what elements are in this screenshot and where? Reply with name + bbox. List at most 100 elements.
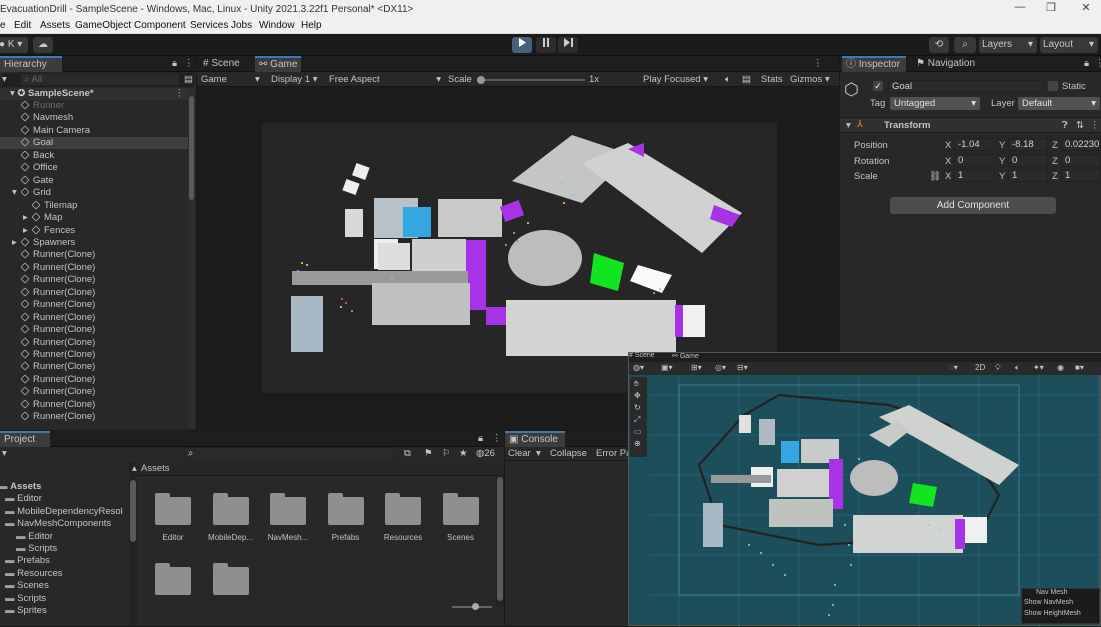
position-z-field[interactable]: 0.02230 — [1061, 138, 1101, 151]
menu-edit[interactable]: Edit — [14, 20, 31, 31]
menu-gameobject[interactable]: GameObject — [75, 20, 131, 31]
tab-scene[interactable]: # Scene — [199, 56, 249, 72]
increment-snap-dropdown[interactable]: ◎▾ — [715, 363, 726, 372]
project-tree-item[interactable]: ▬ Sprites — [0, 605, 128, 617]
tab-game[interactable]: ⚯ Game — [672, 352, 699, 360]
scale-z-field[interactable]: 1 — [1061, 169, 1101, 182]
position-y-field[interactable]: -8.18 — [1008, 138, 1048, 151]
close-button[interactable]: ✕ — [1071, 1, 1101, 14]
hierarchy-item[interactable]: Runner(Clone) — [0, 337, 188, 349]
object-name-field[interactable]: Goal — [888, 80, 1044, 93]
play-button[interactable] — [512, 37, 532, 53]
layout-dropdown[interactable]: Layout ▾ — [1040, 37, 1098, 53]
clear-options-icon[interactable]: ▾ — [536, 448, 541, 459]
tag-icon[interactable]: ⚐ — [442, 448, 451, 459]
project-tree-item[interactable]: ▬ MobileDependencyResol — [0, 506, 128, 518]
folder-icon[interactable] — [385, 493, 421, 525]
folder-icon[interactable] — [155, 563, 191, 595]
show-navmesh-toggle[interactable]: Show NavMesh — [1024, 599, 1073, 606]
project-tree-item[interactable]: ▬ Scenes — [0, 580, 128, 592]
scene-gizmo-dropdown[interactable]: ◌▾ — [949, 363, 958, 372]
hierarchy-item[interactable]: Office — [0, 162, 188, 174]
tab-navigation[interactable]: ⚑ Navigation — [912, 56, 986, 72]
rotation-z-field[interactable]: 0 — [1061, 154, 1101, 167]
hierarchy-item[interactable]: Runner(Clone) — [0, 374, 188, 386]
scrollbar-thumb[interactable] — [189, 96, 194, 200]
scale-slider-thumb[interactable] — [477, 76, 485, 84]
preset-icon[interactable]: ⇅ — [1076, 120, 1084, 131]
draw-mode-dropdown[interactable]: ◍▾ — [633, 363, 644, 372]
aspect-dropdown[interactable]: Free Aspect ▾ — [329, 74, 441, 85]
breadcrumb-assets[interactable]: Assets — [141, 463, 170, 474]
rotation-y-field[interactable]: 0 — [1008, 154, 1048, 167]
add-icon[interactable]: ▾ — [2, 74, 7, 85]
asset-grid-scrollbar[interactable] — [496, 477, 504, 607]
search-by-type-icon[interactable]: ⧉ — [404, 448, 411, 459]
scene-row[interactable]: ▾ ✪ SampleScene* ⋮ — [0, 88, 188, 100]
project-tree-item[interactable]: ▬ NavMeshComponents — [0, 518, 128, 530]
hierarchy-item[interactable]: Gate — [0, 175, 188, 187]
favorites-icon[interactable]: ★ — [459, 448, 468, 459]
clear-button[interactable]: Clear — [508, 448, 531, 459]
search-by-label-icon[interactable]: ⚑ — [424, 448, 433, 459]
hierarchy-item[interactable]: Runner — [0, 100, 188, 112]
expand-arrow-icon[interactable]: ▾ — [12, 187, 21, 199]
hierarchy-scrollbar[interactable] — [188, 88, 195, 428]
hierarchy-item[interactable]: Runner(Clone) — [0, 249, 188, 261]
hierarchy-item[interactable]: Goal — [0, 137, 188, 150]
gizmos-dropdown[interactable]: Gizmos ▾ — [790, 74, 830, 85]
menu-assets[interactable]: Assets — [40, 20, 70, 31]
hierarchy-item[interactable]: ▸ Map — [0, 212, 188, 224]
hidden-objects-icon[interactable]: ◉ — [1057, 363, 1064, 372]
cloud-icon[interactable]: ☁ — [33, 37, 53, 53]
game-mode-dropdown[interactable]: Game ▾ — [201, 74, 260, 85]
hierarchy-item[interactable]: Navmesh — [0, 112, 188, 124]
display-dropdown[interactable]: Display 1 ▾ — [271, 74, 318, 85]
history-icon[interactable]: ⟲ — [929, 37, 949, 53]
scrollbar-thumb[interactable] — [497, 477, 503, 601]
tag-dropdown[interactable]: Untagged ▾ — [890, 97, 980, 110]
tab-game[interactable]: ⚯ Game — [255, 56, 301, 72]
menu-component[interactable]: Component — [134, 20, 186, 31]
stats-button[interactable]: Stats — [761, 74, 783, 85]
expand-arrow-icon[interactable]: ▸ — [23, 225, 32, 237]
hierarchy-item[interactable]: Runner(Clone) — [0, 312, 188, 324]
menu-jobs[interactable]: Jobs — [231, 20, 252, 31]
search-icon[interactable]: ⌕ — [954, 37, 976, 53]
hierarchy-item[interactable]: Runner(Clone) — [0, 361, 188, 373]
more-options-icon[interactable]: ⋮ — [492, 433, 502, 444]
sort-up-icon[interactable]: ▴ — [132, 463, 137, 474]
hierarchy-item[interactable]: Runner(Clone) — [0, 349, 188, 361]
scale-x-field[interactable]: 1 — [954, 169, 994, 182]
menu-file[interactable]: e — [0, 20, 6, 31]
filter-icon[interactable]: ▤ — [184, 74, 193, 85]
hierarchy-item[interactable]: Main Camera — [0, 125, 188, 137]
layers-dropdown[interactable]: Layers ▾ — [979, 37, 1037, 53]
project-tree-item[interactable]: ▬ Editor — [0, 493, 128, 505]
hierarchy-item[interactable]: ▸ Spawners — [0, 237, 188, 249]
audio-icon[interactable]: 🔈︎ — [1015, 363, 1020, 373]
minimize-button[interactable]: — — [1005, 1, 1035, 13]
lock-icon[interactable]: 🔒︎ — [172, 58, 177, 69]
rect-tool-icon[interactable]: ▭ — [634, 427, 642, 436]
hierarchy-item[interactable]: Runner(Clone) — [0, 274, 188, 286]
folder-icon[interactable] — [155, 493, 191, 525]
play-focused-dropdown[interactable]: Play Focused ▾ — [643, 74, 708, 85]
constrain-proportions-icon[interactable]: ⛓︎ — [929, 171, 941, 182]
collapse-button[interactable]: Collapse — [550, 448, 587, 459]
scale-slider[interactable] — [477, 76, 585, 84]
component-menu-icon[interactable]: ⋮ — [1090, 120, 1100, 131]
scale-tool-icon[interactable]: ⤢ — [634, 415, 640, 425]
lock-icon[interactable]: 🔒︎ — [478, 433, 483, 444]
menu-help[interactable]: Help — [301, 20, 322, 31]
move-tool-icon[interactable]: ✥ — [634, 391, 641, 400]
add-component-button[interactable]: Add Component — [890, 197, 1056, 214]
transform-tool-icon[interactable]: ⊕ — [634, 439, 641, 448]
camera-dropdown[interactable]: ■▾ — [1075, 363, 1084, 372]
scene-menu-icon[interactable]: ⋮ — [175, 88, 185, 100]
hierarchy-item[interactable]: Runner(Clone) — [0, 411, 188, 423]
tab-project[interactable]: Project — [0, 431, 50, 447]
position-x-field[interactable]: -1.04 — [954, 138, 994, 151]
folder-icon[interactable] — [212, 493, 249, 525]
lock-icon[interactable]: 🔒︎ — [1084, 58, 1089, 69]
